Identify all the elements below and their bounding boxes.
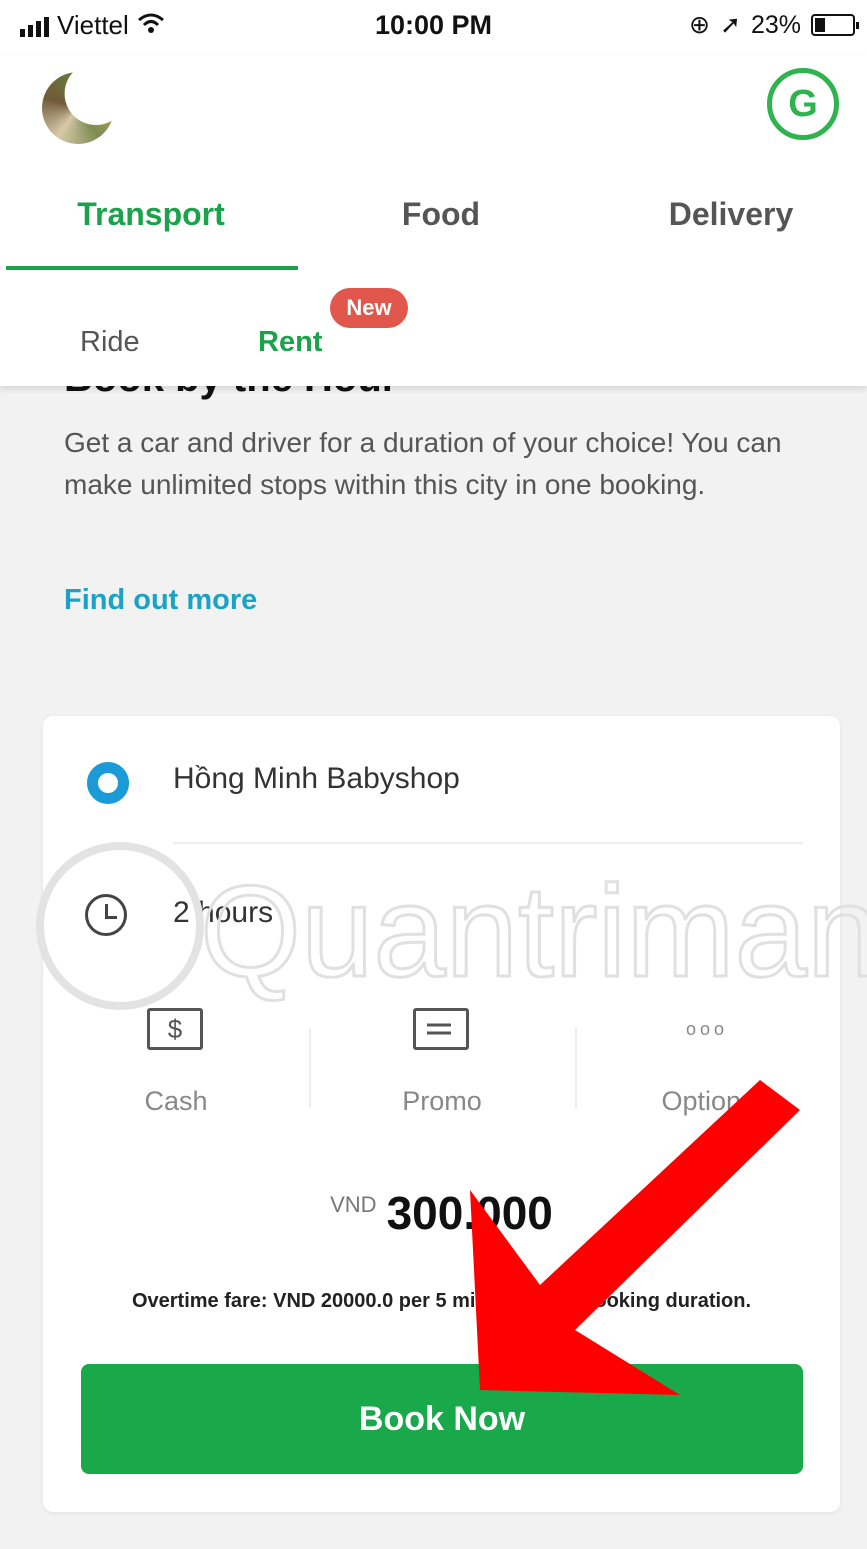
active-tab-indicator bbox=[6, 266, 298, 270]
battery-percent: 23% bbox=[750, 10, 801, 39]
section-title: Book by the Hour bbox=[64, 386, 397, 401]
payment-options[interactable]: ooo Options bbox=[575, 1008, 841, 1128]
lock-rotation-icon: ⊕ bbox=[689, 11, 710, 39]
avatar[interactable] bbox=[42, 72, 114, 144]
fare-display: VND 300.000 bbox=[43, 1186, 840, 1240]
tab-delivery[interactable]: Delivery bbox=[586, 196, 867, 233]
payment-cash-label: Cash bbox=[144, 1086, 208, 1116]
new-badge: New bbox=[330, 288, 408, 328]
more-icon: ooo bbox=[685, 1018, 729, 1039]
rent-content: Book by the Hour Get a car and driver fo… bbox=[0, 386, 867, 1549]
pickup-dot-icon bbox=[87, 762, 129, 804]
sub-tabs: Ride Rent bbox=[0, 318, 867, 378]
clock-icon bbox=[85, 894, 127, 936]
main-tabs: Transport Food Delivery bbox=[0, 196, 867, 276]
find-out-more-link[interactable]: Find out more bbox=[64, 584, 257, 617]
status-bar: Viettel 10:00 PM ⊕ ➚ 23% bbox=[0, 0, 867, 56]
pickup-location[interactable]: Hồng Minh Babyshop bbox=[173, 762, 460, 796]
status-right: ⊕ ➚ 23% bbox=[689, 10, 859, 40]
divider bbox=[173, 842, 803, 844]
payment-options-label: Options bbox=[661, 1086, 755, 1116]
fare-amount: 300.000 bbox=[386, 1187, 553, 1239]
overtime-note: Overtime fare: VND 20000.0 per 5 minutes… bbox=[131, 1290, 752, 1312]
subtab-rent[interactable]: Rent bbox=[258, 326, 322, 359]
payment-row: $ Cash Promo ooo Options bbox=[43, 1008, 840, 1128]
app-header: G Transport Food Delivery Ride Rent New bbox=[0, 56, 867, 386]
rent-description: Get a car and driver for a duration of y… bbox=[64, 427, 782, 500]
promo-icon bbox=[413, 1008, 469, 1050]
tab-food[interactable]: Food bbox=[296, 196, 586, 233]
book-now-button[interactable]: Book Now bbox=[81, 1364, 803, 1474]
payment-cash[interactable]: $ Cash bbox=[43, 1008, 309, 1128]
booking-card: Hồng Minh Babyshop 2 hours $ Cash Promo … bbox=[43, 716, 840, 1512]
location-arrow-icon: ➚ bbox=[720, 11, 741, 39]
duration-value[interactable]: 2 hours bbox=[173, 896, 273, 930]
fare-currency: VND bbox=[330, 1192, 377, 1217]
payment-promo-label: Promo bbox=[402, 1086, 482, 1116]
subtab-ride[interactable]: Ride bbox=[80, 326, 140, 359]
battery-icon bbox=[811, 14, 859, 36]
grab-rewards-badge[interactable]: G bbox=[767, 68, 839, 140]
payment-promo[interactable]: Promo bbox=[309, 1008, 575, 1128]
tab-transport[interactable]: Transport bbox=[6, 196, 296, 233]
cash-icon: $ bbox=[147, 1008, 203, 1050]
